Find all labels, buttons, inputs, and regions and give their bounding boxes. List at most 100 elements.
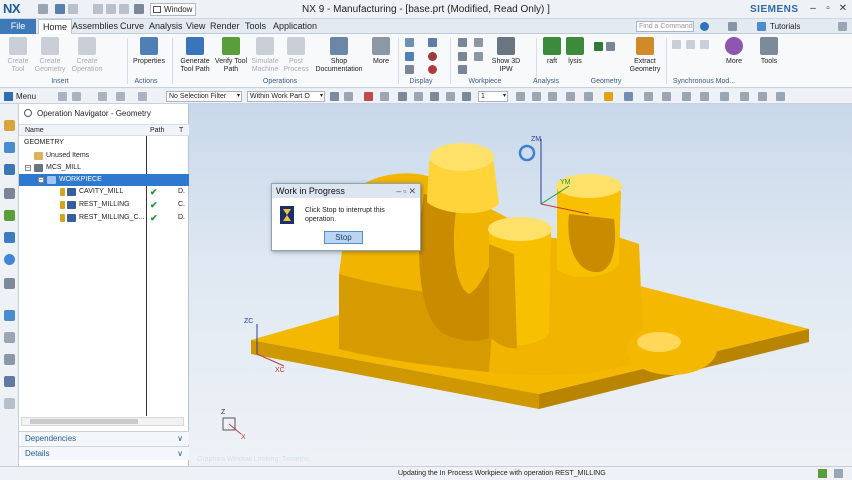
tab-render[interactable]: Render	[206, 19, 244, 34]
render-style-icon[interactable]	[604, 92, 613, 101]
select-icon-4[interactable]	[380, 92, 389, 101]
snap-icon-2[interactable]	[72, 92, 81, 101]
geometry-point-icon[interactable]	[594, 42, 603, 51]
display-rotate-icon[interactable]	[428, 52, 437, 61]
feature-navigator-icon[interactable]	[4, 210, 15, 221]
view-icon-11[interactable]	[740, 92, 749, 101]
workpiece-tool-icon-2[interactable]	[458, 52, 467, 61]
tree-row-rest-milling-copy[interactable]: REST_MILLING_C... ✔ D.	[19, 212, 189, 224]
machine-tool-navigator-icon[interactable]	[4, 188, 15, 199]
column-name[interactable]: Name	[25, 125, 44, 136]
view-icon-13[interactable]	[776, 92, 785, 101]
assembly-navigator-icon[interactable]	[4, 120, 15, 131]
file-tab[interactable]: File	[0, 19, 36, 34]
analysis-button[interactable]: lysis	[565, 37, 585, 66]
display-path-icon[interactable]	[405, 38, 414, 47]
view-icon-3[interactable]	[548, 92, 557, 101]
dependencies-panel[interactable]: Dependencies ∨	[19, 431, 189, 445]
select-all-icon[interactable]	[330, 92, 339, 101]
tools-button[interactable]: Tools	[757, 37, 781, 66]
horizontal-scrollbar[interactable]	[21, 417, 184, 426]
view-icon-1[interactable]	[516, 92, 525, 101]
extract-geometry-button[interactable]: Extract Geometry	[626, 37, 664, 74]
sync-delete-face-icon[interactable]	[700, 40, 709, 49]
tree-row-workpiece[interactable]: – WORKPIECE	[19, 174, 189, 186]
manufacturing-wizard-icon[interactable]	[4, 398, 15, 409]
operations-more-button[interactable]: More	[368, 37, 394, 66]
tree-row-cavity-mill[interactable]: CAVITY_MILL ✔ D.	[19, 186, 189, 198]
operation-navigator-icon[interactable]	[4, 164, 15, 175]
history-icon[interactable]	[4, 278, 15, 289]
menu-button[interactable]: Menu	[4, 91, 36, 102]
tab-curve[interactable]: Curve	[116, 19, 148, 34]
count-dropdown[interactable]: 1 ▾	[478, 91, 508, 102]
column-path[interactable]: Path	[150, 125, 164, 136]
dialog-window-controls[interactable]: –▫✕	[396, 184, 418, 198]
system-scene-icon[interactable]	[4, 376, 15, 387]
help-icon[interactable]	[700, 22, 709, 31]
view-icon-2[interactable]	[532, 92, 541, 101]
select-icon-2[interactable]	[344, 92, 353, 101]
find-command-input[interactable]: Find a Command	[636, 21, 694, 32]
generate-tool-path-button[interactable]: Generate Tool Path	[176, 37, 214, 74]
tab-analysis[interactable]: Analysis	[145, 19, 187, 34]
view-icon-10[interactable]	[720, 92, 729, 101]
status-icon-2[interactable]	[834, 469, 843, 478]
column-tool[interactable]: T	[179, 125, 183, 136]
close-button[interactable]: ✕	[836, 2, 850, 16]
tutorials-link[interactable]: Tutorials	[770, 20, 800, 33]
properties-button[interactable]: Properties	[130, 37, 168, 66]
snap-icon-3[interactable]	[98, 92, 107, 101]
view-icon-7[interactable]	[662, 92, 671, 101]
pin-icon[interactable]	[24, 109, 32, 117]
collapse-icon[interactable]: –	[38, 177, 44, 183]
web-browser-icon[interactable]	[4, 254, 15, 265]
stop-button[interactable]: Stop	[324, 231, 363, 244]
select-icon-8[interactable]	[446, 92, 455, 101]
select-icon-5[interactable]	[398, 92, 407, 101]
display-list-icon[interactable]	[405, 65, 414, 74]
show-3d-ipw-button[interactable]: Show 3D IPW	[490, 37, 522, 74]
tab-tools[interactable]: Tools	[241, 19, 270, 34]
draft-analysis-button[interactable]: raft	[542, 37, 562, 66]
ribbon-options-icon[interactable]	[838, 22, 847, 31]
collapse-icon[interactable]: –	[25, 165, 31, 171]
sync-replace-face-icon[interactable]	[686, 40, 695, 49]
workpiece-tool-icon-4[interactable]	[474, 38, 483, 47]
view-icon-9[interactable]	[700, 92, 709, 101]
maximize-button[interactable]: ▫	[821, 2, 835, 16]
snap-icon-5[interactable]	[138, 92, 147, 101]
details-panel[interactable]: Details ∨	[19, 446, 189, 460]
shop-documentation-button[interactable]: Shop Documentation	[312, 37, 366, 74]
create-tool-button[interactable]: Create Tool	[4, 37, 32, 74]
view-icon-4[interactable]	[566, 92, 575, 101]
workpiece-tool-icon-3[interactable]	[458, 65, 467, 74]
selection-filter-dropdown[interactable]: No Selection Filter ▾	[166, 91, 242, 102]
sync-move-face-icon[interactable]	[672, 40, 681, 49]
graphics-window[interactable]: ZM YM ZC XC Z X Graphics Window Looking:…	[189, 104, 852, 466]
scrollbar-thumb[interactable]	[30, 419, 138, 424]
process-studio-icon[interactable]	[4, 332, 15, 343]
view-icon-8[interactable]	[682, 92, 691, 101]
select-icon-3[interactable]	[364, 92, 373, 101]
post-process-button[interactable]: Post Process	[282, 37, 310, 74]
snap-icon-1[interactable]	[58, 92, 67, 101]
create-operation-button[interactable]: Create Operation	[68, 37, 106, 74]
workpiece-tool-icon-1[interactable]	[458, 38, 467, 47]
display-circle-icon[interactable]	[428, 65, 437, 74]
display-zoom-icon[interactable]	[428, 38, 437, 47]
tree-row-mcs-mill[interactable]: – MCS_MILL	[19, 162, 189, 174]
selection-scope-dropdown[interactable]: Within Work Part O ▾	[247, 91, 325, 102]
minimize-button[interactable]: –	[806, 2, 820, 16]
tab-home[interactable]: Home	[38, 19, 73, 35]
status-icon-1[interactable]	[818, 469, 827, 478]
tree-row-geometry[interactable]: GEOMETRY	[19, 137, 189, 149]
create-geometry-button[interactable]: Create Geometry	[34, 37, 66, 74]
tree-row-rest-milling[interactable]: REST_MILLING ✔ C.	[19, 199, 189, 211]
roles-icon[interactable]	[4, 354, 15, 365]
reuse-library-icon[interactable]	[4, 232, 15, 243]
sync-more-button[interactable]: More	[722, 37, 746, 66]
tab-application[interactable]: Application	[269, 19, 321, 34]
view-icon-6[interactable]	[644, 92, 653, 101]
select-icon-7[interactable]	[430, 92, 439, 101]
